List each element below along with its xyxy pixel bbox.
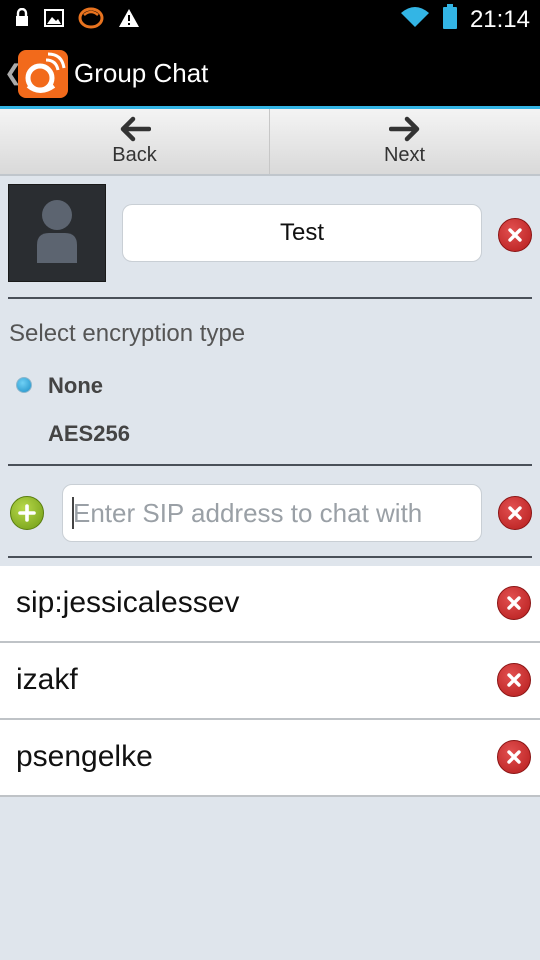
remove-participant-button[interactable] [497, 586, 531, 620]
lock-icon [14, 7, 30, 33]
divider [8, 556, 532, 558]
remove-participant-button[interactable] [497, 740, 531, 774]
arrow-left-icon [120, 116, 151, 142]
radio-selected-icon[interactable] [16, 377, 32, 393]
encryption-section-label: Select encryption type [9, 320, 246, 347]
close-icon [508, 506, 522, 520]
image-icon [44, 9, 64, 32]
page-title: Group Chat [74, 58, 209, 88]
next-button[interactable]: Next [270, 109, 539, 174]
person-icon [37, 200, 77, 263]
next-button-label: Next [383, 144, 426, 166]
clear-sip-input-button[interactable] [498, 496, 532, 530]
participant-name: psengelke [16, 740, 153, 773]
app-logo-icon[interactable] [18, 50, 68, 98]
close-icon [508, 228, 522, 242]
remove-participant-button[interactable] [497, 663, 531, 697]
sip-address-input[interactable] [62, 484, 482, 542]
app-notification-icon [78, 7, 104, 34]
divider [8, 297, 532, 299]
list-item: sip:jessicalessev [0, 566, 540, 643]
action-bar: ❮ Group Chat [0, 38, 540, 109]
close-icon [507, 673, 521, 687]
group-name-field[interactable]: Test [122, 204, 482, 262]
warning-icon [118, 8, 140, 33]
plus-icon [18, 504, 36, 522]
text-cursor [72, 497, 74, 529]
close-icon [507, 750, 521, 764]
battery-icon [442, 4, 458, 35]
arrow-right-icon [388, 116, 419, 142]
close-icon [507, 596, 521, 610]
participant-name: izakf [16, 663, 78, 696]
navigation-toolbar: Back Next [0, 109, 540, 176]
clear-group-name-button[interactable] [498, 218, 532, 252]
status-bar: 21:14 [0, 0, 540, 38]
divider [8, 464, 532, 466]
status-time: 21:14 [469, 5, 530, 33]
back-button-label: Back [112, 144, 157, 166]
encryption-option-none[interactable]: None [48, 373, 103, 399]
add-participant-button[interactable] [10, 496, 44, 530]
encryption-option-aes256[interactable]: AES256 [48, 421, 130, 447]
list-item: izakf [0, 643, 540, 720]
back-button[interactable]: Back [0, 109, 270, 174]
group-avatar[interactable] [8, 184, 106, 282]
participant-list: sip:jessicalessev izakf psengelke [0, 566, 540, 797]
list-item: psengelke [0, 720, 540, 797]
wifi-icon [400, 5, 430, 34]
participant-name: sip:jessicalessev [16, 586, 240, 619]
